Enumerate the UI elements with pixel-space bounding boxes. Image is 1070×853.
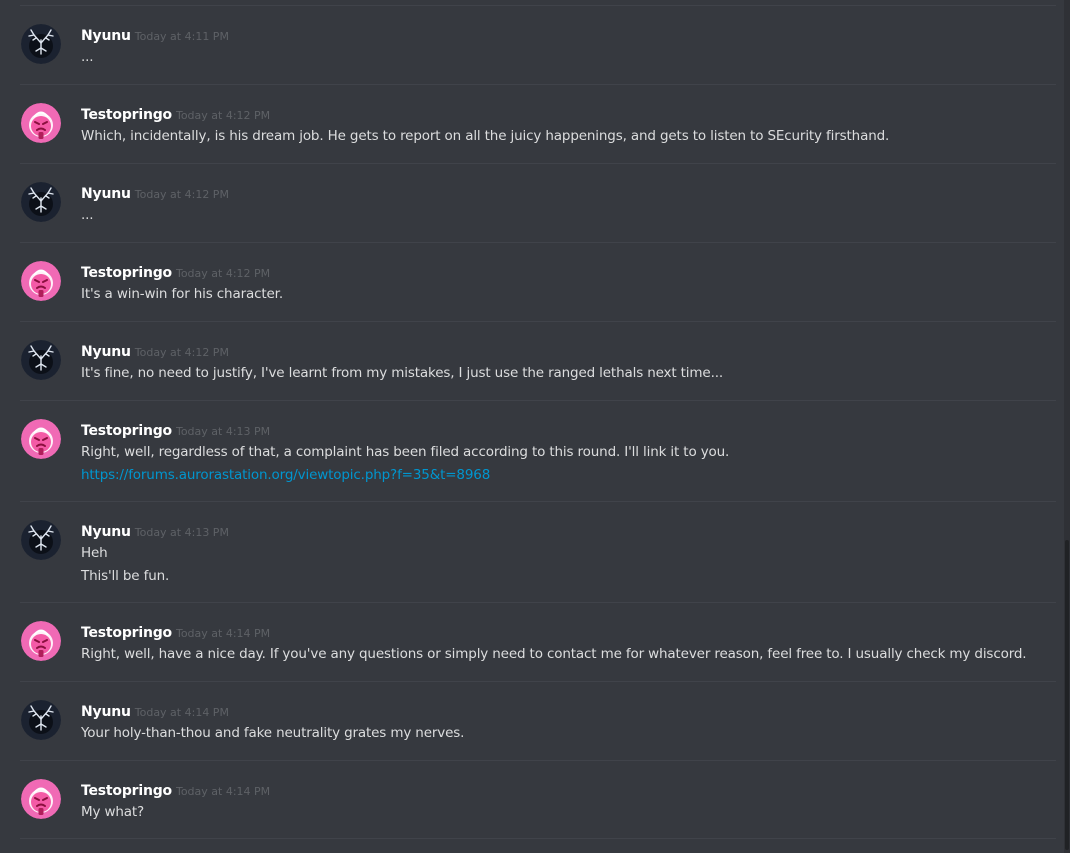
- message-author[interactable]: Testopringo: [81, 625, 172, 641]
- message-author[interactable]: Nyunu: [81, 524, 131, 540]
- message-header: Nyunu Today at 4:12 PM: [81, 341, 229, 361]
- nyunu-avatar-icon[interactable]: [21, 340, 61, 380]
- message-group: Testopringo Today at 4:14 PM Right, well,…: [20, 602, 1056, 681]
- message-header: Testopringo Today at 4:12 PM: [81, 104, 270, 124]
- message-timestamp: Today at 4:13 PM: [175, 425, 271, 438]
- message-timestamp: Today at 4:14 PM: [175, 785, 271, 798]
- chat-messages-pane: Nyunu Today at 4:11 PM ... Testopringo Tod…: [0, 0, 1064, 853]
- message-content: ...: [81, 204, 94, 227]
- message-timestamp: Today at 4:12 PM: [175, 267, 271, 280]
- chat-scrollbar-thumb[interactable]: [1065, 540, 1069, 850]
- message-text: Which, incidentally, is his dream job. H…: [81, 128, 890, 144]
- message-author[interactable]: Nyunu: [81, 344, 131, 360]
- message-text: My what?: [81, 804, 145, 820]
- message-group: Nyunu Today at 4:11 PM ...: [20, 5, 1056, 84]
- pink-face-avatar-icon: [21, 621, 61, 661]
- message-text: It's a win-win for his character.: [81, 286, 283, 302]
- message-content: ...: [81, 46, 94, 69]
- message-text: Right, well, have a nice day. If you've …: [81, 646, 1027, 662]
- nyunu-avatar-icon[interactable]: [21, 24, 61, 64]
- message-text: Right, well, regardless of that, a compl…: [81, 444, 730, 460]
- message-author[interactable]: Nyunu: [81, 28, 131, 44]
- message-content: Right, well, regardless of that, a compl…: [81, 441, 729, 486]
- message-timestamp: Today at 4:14 PM: [134, 706, 229, 719]
- pink-face-avatar-icon: [21, 419, 61, 459]
- message-group: Nyunu Today at 4:14 PM Your holy-than-tho…: [20, 681, 1056, 760]
- message-author[interactable]: Testopringo: [81, 265, 172, 281]
- dark-antler-avatar-icon: [21, 700, 61, 740]
- dark-antler-avatar-icon: [21, 340, 61, 380]
- message-timestamp: Today at 4:11 PM: [134, 30, 229, 43]
- pink-face-avatar-icon: [21, 779, 61, 819]
- nyunu-avatar-icon[interactable]: [21, 700, 61, 740]
- message-group: Nyunu Today at 4:12 PM ...: [20, 163, 1056, 242]
- message-author[interactable]: Nyunu: [81, 186, 131, 202]
- message-content: My what?: [81, 801, 144, 824]
- dark-antler-avatar-icon: [21, 24, 61, 64]
- message-content: It's fine, no need to justify, I've lear…: [81, 362, 723, 385]
- dark-antler-avatar-icon: [21, 520, 61, 560]
- message-header: Testopringo Today at 4:14 PM: [81, 780, 270, 800]
- message-header: Testopringo Today at 4:13 PM: [81, 420, 270, 440]
- message-author[interactable]: Testopringo: [81, 107, 172, 123]
- message-group: Testopringo Today at 4:13 PM Right, well,…: [20, 400, 1056, 501]
- message-content: Your holy-than-thou and fake neutrality …: [81, 722, 464, 745]
- dark-antler-avatar-icon: [21, 182, 61, 222]
- testopringo-avatar-icon[interactable]: [21, 261, 61, 301]
- chat-scrollbar[interactable]: [1064, 0, 1070, 853]
- message-author[interactable]: Testopringo: [81, 783, 172, 799]
- pink-face-avatar-icon: [21, 103, 61, 143]
- message-text: This'll be fun.: [81, 567, 170, 584]
- message-author[interactable]: Nyunu: [81, 704, 131, 720]
- message-timestamp: Today at 4:12 PM: [175, 109, 271, 122]
- message-content: Which, incidentally, is his dream job. H…: [81, 125, 889, 148]
- message-timestamp: Today at 4:13 PM: [134, 526, 229, 539]
- message-content: Heh This'll be fun.: [81, 542, 169, 587]
- testopringo-avatar-icon[interactable]: [21, 419, 61, 459]
- pink-face-avatar-icon: [21, 261, 61, 301]
- message-header: Nyunu Today at 4:14 PM: [81, 701, 229, 721]
- message-text: Your holy-than-thou and fake neutrality …: [81, 725, 465, 741]
- nyunu-avatar-icon[interactable]: [21, 520, 61, 560]
- message-header: Testopringo Today at 4:14 PM: [81, 622, 270, 642]
- message-group: Testopringo Today at 4:14 PM My what?: [20, 760, 1056, 839]
- testopringo-avatar-icon[interactable]: [21, 103, 61, 143]
- message-header: Nyunu Today at 4:11 PM: [81, 25, 229, 45]
- message-text: It's fine, no need to justify, I've lear…: [81, 365, 723, 381]
- message-timestamp: Today at 4:12 PM: [134, 346, 229, 359]
- message-header: Nyunu Today at 4:13 PM: [81, 521, 229, 541]
- message-text: ...: [81, 207, 94, 223]
- message-header: Testopringo Today at 4:12 PM: [81, 262, 270, 282]
- nyunu-avatar-icon[interactable]: [21, 182, 61, 222]
- message-text: ...: [81, 49, 94, 65]
- message-group: Nyunu Today at 4:12 PM It's fine, no need…: [20, 321, 1056, 400]
- message-header: Nyunu Today at 4:12 PM: [81, 183, 229, 203]
- message-content: It's a win-win for his character.: [81, 283, 283, 306]
- message-group: Testopringo Today at 4:12 PM Which, incid…: [20, 84, 1056, 163]
- message-group: Nyunu Today at 4:13 PM Heh This'll be fun.: [20, 501, 1056, 602]
- message-content: Right, well, have a nice day. If you've …: [81, 643, 1027, 666]
- message-link[interactable]: https://forums.aurorastation.org/viewtop…: [81, 464, 729, 487]
- testopringo-avatar-icon[interactable]: [21, 621, 61, 661]
- testopringo-avatar-icon[interactable]: [21, 779, 61, 819]
- message-author[interactable]: Testopringo: [81, 423, 172, 439]
- message-group: Testopringo Today at 4:12 PM It's a win-w…: [20, 242, 1056, 321]
- message-text: Heh: [81, 545, 108, 561]
- message-timestamp: Today at 4:14 PM: [175, 627, 271, 640]
- message-timestamp: Today at 4:12 PM: [134, 188, 229, 201]
